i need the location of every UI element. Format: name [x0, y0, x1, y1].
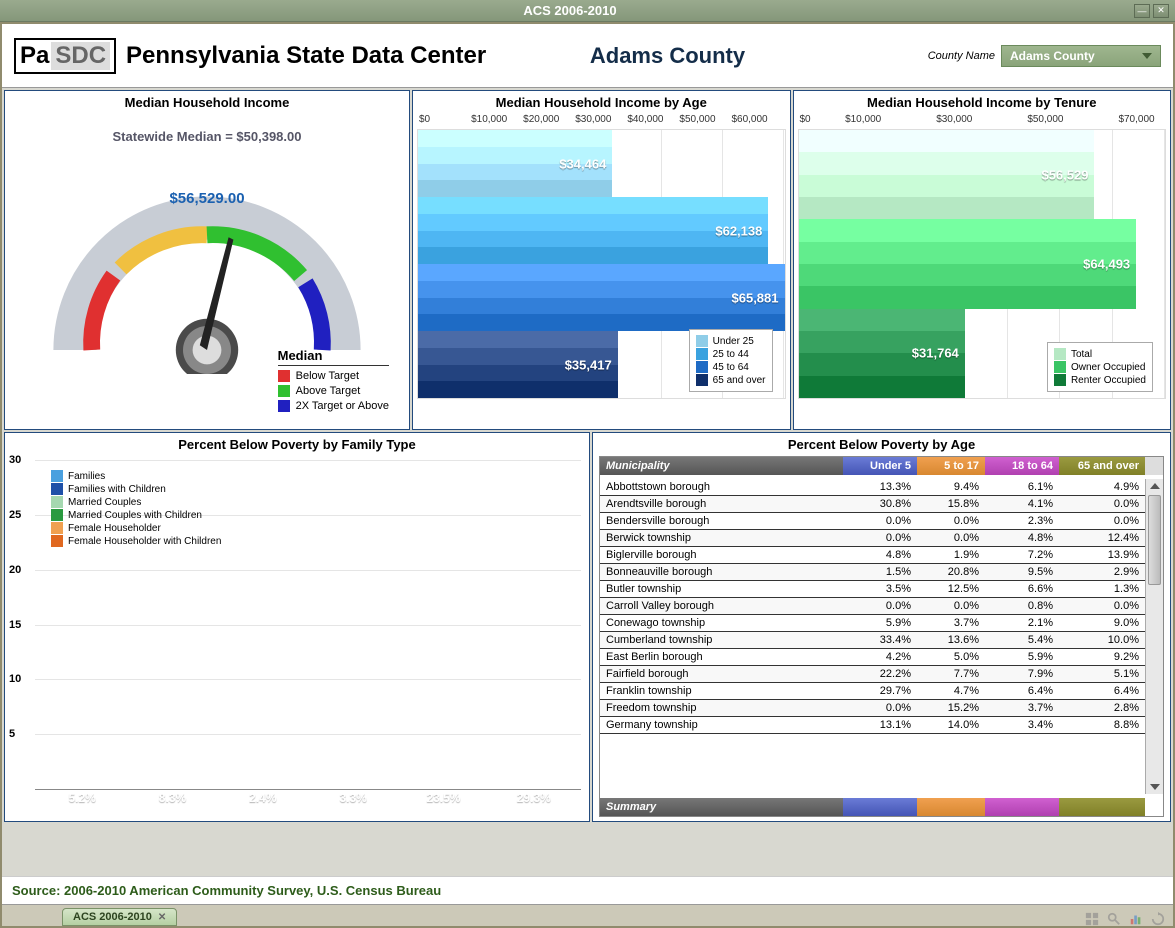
gauge-legend: Median Below Target Above Target 2X Targ… [278, 348, 389, 415]
poverty-family-title: Percent Below Poverty by Family Type [5, 433, 589, 456]
minimize-button[interactable]: — [1134, 4, 1150, 18]
refresh-icon[interactable] [1151, 912, 1165, 926]
legend-item: 65 and over [696, 374, 766, 386]
legend-item: 2X Target or Above [278, 400, 389, 412]
legend-item: Married Couples with Children [51, 509, 221, 521]
table-row[interactable]: Conewago township 5.9% 3.7% 2.1% 9.0% [600, 615, 1145, 632]
income-tenure-legend: Total Owner Occupied Renter Occupied [1047, 342, 1153, 392]
poverty-age-panel: Percent Below Poverty by Age Municipalit… [592, 432, 1171, 822]
table-row[interactable]: Berwick township 0.0% 0.0% 4.8% 12.4% [600, 530, 1145, 547]
gauge-value: $56,529.00 [169, 190, 244, 207]
table-row[interactable]: Franklin township 29.7% 4.7% 6.4% 6.4% [600, 683, 1145, 700]
table-row[interactable]: Bendersville borough 0.0% 0.0% 2.3% 0.0% [600, 513, 1145, 530]
gauge-title: Median Household Income [5, 91, 409, 114]
chart-bar: $62,138 [418, 197, 785, 264]
gauge-icon [5, 134, 409, 374]
county-dropdown[interactable]: Adams County [1001, 45, 1161, 67]
income-tenure-title: Median Household Income by Tenure [798, 91, 1167, 114]
header: Pa SDC Pennsylvania State Data Center Ad… [2, 24, 1173, 88]
table-row[interactable]: East Berlin borough 4.2% 5.0% 5.9% 9.2% [600, 649, 1145, 666]
titlebar: ACS 2006-2010 — ✕ [0, 0, 1175, 22]
table-row[interactable]: Germany township 13.1% 14.0% 3.4% 8.8% [600, 717, 1145, 734]
table-summary: Summary [600, 798, 1145, 816]
table-row[interactable]: Fairfield borough 22.2% 7.7% 7.9% 5.1% [600, 666, 1145, 683]
table-row[interactable]: Abbottstown borough 13.3% 9.4% 6.1% 4.9% [600, 479, 1145, 496]
table-row[interactable]: Cumberland township 33.4% 13.6% 5.4% 10.… [600, 632, 1145, 649]
chart-bar: $64,493 [799, 219, 1166, 308]
table-row[interactable]: Carroll Valley borough 0.0% 0.0% 0.8% 0.… [600, 598, 1145, 615]
income-age-axis: $0$10,000$20,000$30,000$40,000$50,000$60… [417, 114, 786, 125]
poverty-age-title: Percent Below Poverty by Age [593, 433, 1170, 456]
income-age-title: Median Household Income by Age [417, 91, 786, 114]
county-selector-label: County Name [928, 50, 995, 62]
scrollbar-thumb[interactable] [1148, 495, 1161, 585]
county-heading: Adams County [590, 43, 745, 69]
poverty-family-legend: Families Families with Children Married … [51, 469, 221, 548]
poverty-family-panel: Percent Below Poverty by Family Type 510… [4, 432, 590, 822]
legend-item: 25 to 44 [696, 348, 766, 360]
income-by-age-panel: Median Household Income by Age $0$10,000… [412, 90, 791, 430]
legend-item: Families [51, 470, 221, 482]
legend-item: 45 to 64 [696, 361, 766, 373]
table-header: Municipality Under 5 5 to 17 18 to 64 65… [600, 457, 1163, 475]
chart-bar: $56,529 [799, 130, 1166, 219]
tab-close-icon[interactable]: ✕ [158, 912, 166, 923]
source-citation: Source: 2006-2010 American Community Sur… [2, 876, 1173, 904]
legend-item: Owner Occupied [1054, 361, 1146, 373]
legend-item: Total [1054, 348, 1146, 360]
search-icon[interactable] [1107, 912, 1121, 926]
table-row[interactable]: Butler township 3.5% 12.5% 6.6% 1.3% [600, 581, 1145, 598]
page-title: Pennsylvania State Data Center [126, 42, 486, 70]
tabs-bar: ACS 2006-2010 ✕ [2, 904, 1173, 926]
table-scrollbar[interactable] [1145, 479, 1163, 794]
legend-item: Under 25 [696, 335, 766, 347]
table-body: Abbottstown borough 13.3% 9.4% 6.1% 4.9%… [600, 479, 1145, 794]
legend-item: Female Householder with Children [51, 535, 221, 547]
chart-bar: $65,881 [418, 264, 785, 331]
income-tenure-axis: $0$10,000$30,000$50,000$70,000 [798, 114, 1167, 125]
table-row[interactable]: Biglerville borough 4.8% 1.9% 7.2% 13.9% [600, 547, 1145, 564]
legend-item: Married Couples [51, 496, 221, 508]
close-button[interactable]: ✕ [1153, 4, 1169, 18]
legend-item: Female Householder [51, 522, 221, 534]
chart-bar: $34,464 [418, 130, 785, 197]
grid-icon[interactable] [1085, 912, 1099, 926]
table-row[interactable]: Arendtsville borough 30.8% 15.8% 4.1% 0.… [600, 496, 1145, 513]
gauge-panel: Median Household Income Statewide Median… [4, 90, 410, 430]
window-title: ACS 2006-2010 [6, 3, 1134, 18]
table-row[interactable]: Freedom township 0.0% 15.2% 3.7% 2.8% [600, 700, 1145, 717]
legend-item: Above Target [278, 385, 389, 397]
legend-item: Renter Occupied [1054, 374, 1146, 386]
legend-item: Families with Children [51, 483, 221, 495]
legend-item: Below Target [278, 370, 389, 382]
tab-acs[interactable]: ACS 2006-2010 ✕ [62, 908, 177, 926]
chevron-down-icon [1142, 53, 1152, 59]
table-row[interactable]: Bonneauville borough 1.5% 20.8% 9.5% 2.9… [600, 564, 1145, 581]
income-age-legend: Under 25 25 to 44 45 to 64 65 and over [689, 329, 773, 392]
chart-icon[interactable] [1129, 912, 1143, 926]
income-by-tenure-panel: Median Household Income by Tenure $0$10,… [793, 90, 1172, 430]
logo: Pa SDC [14, 38, 116, 74]
